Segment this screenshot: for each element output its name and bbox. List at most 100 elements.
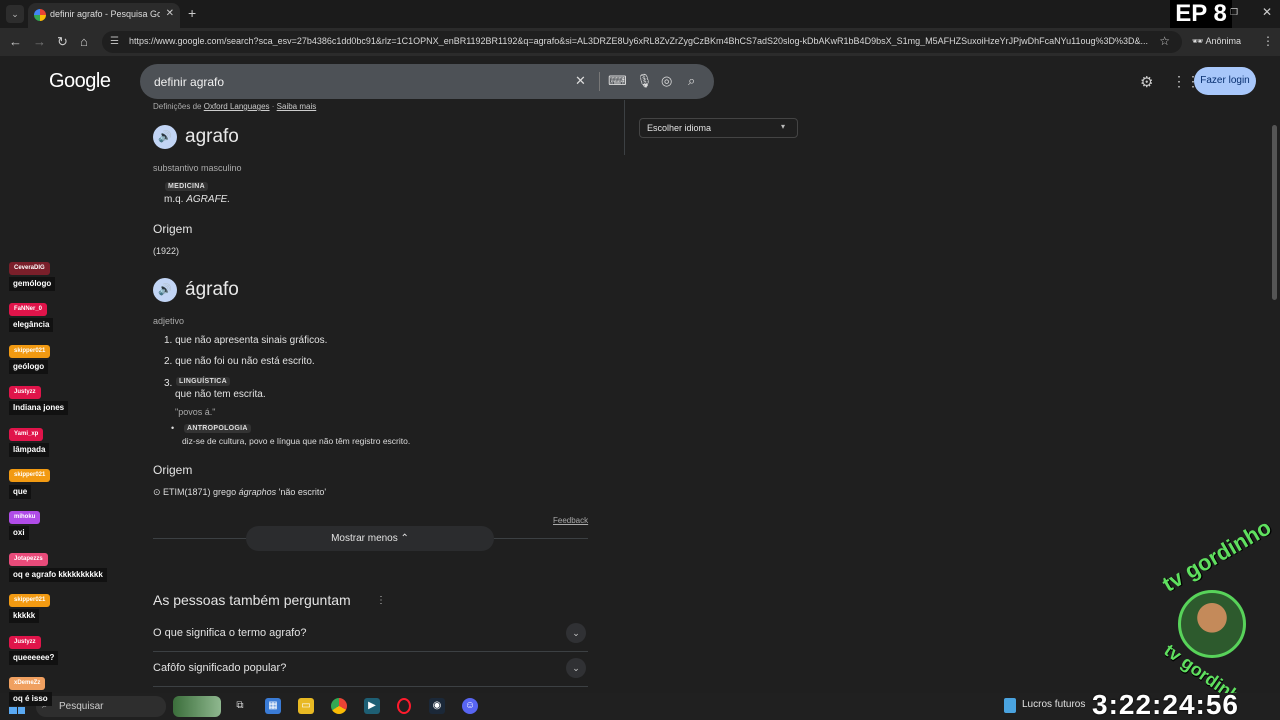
watermark-text-top: tv gordinho — [1158, 514, 1276, 597]
headword: agrafo — [185, 126, 239, 147]
definition-3: que não tem escrita. — [175, 389, 266, 400]
microphone-icon[interactable]: 🎙 — [636, 73, 653, 89]
origin-suffix: 'não escrito' — [278, 487, 327, 497]
language-select-label: Escolher idioma — [647, 123, 712, 133]
search-divider — [599, 72, 600, 91]
chat-message: Indiana jones — [9, 401, 69, 415]
origin-text: (1922) — [153, 246, 180, 256]
definition: m.q. AGRAFE. — [164, 194, 230, 205]
show-less-label: Mostrar menos — [331, 533, 398, 544]
forward-icon[interactable]: → — [33, 34, 46, 50]
caret-down-icon: ▾ — [780, 122, 785, 131]
chat-username: Jotapezzs — [9, 553, 48, 566]
stream-timer: 3:22:24:56 — [1092, 689, 1239, 720]
chat-username: Justyzz — [9, 386, 41, 399]
definition-prefix: m.q. — [164, 194, 184, 205]
part-of-speech: adjetivo — [153, 316, 185, 326]
source-link[interactable]: Oxford Languages — [204, 102, 270, 111]
chat-message: geólogo — [9, 360, 49, 374]
chat-username: mihoku — [9, 511, 41, 524]
incognito-label[interactable]: 🕶 Anônima — [1192, 36, 1241, 47]
home-icon[interactable]: ⌂ — [80, 34, 88, 50]
bookmark-star-icon[interactable]: ☆ — [1159, 34, 1170, 48]
chat-message: queeeeee? — [9, 651, 59, 665]
chat-message: gemólogo — [9, 277, 56, 291]
back-icon[interactable]: ← — [9, 34, 22, 50]
login-button[interactable]: Fazer login — [1194, 67, 1256, 95]
address-bar: ← → ↻ ⌂ ☰ https://www.google.com/search?… — [0, 28, 1280, 56]
clear-icon[interactable]: ✕ — [575, 73, 586, 89]
incognito-text: Anônima — [1205, 36, 1241, 46]
lens-icon[interactable]: ◎ — [661, 73, 672, 89]
task-view-icon[interactable]: ⧉ — [232, 698, 248, 714]
definition-1: 1. que não apresenta sinais gráficos. — [164, 335, 328, 346]
chevron-down-icon[interactable]: ⌄ — [566, 658, 586, 678]
chat-message: oxi — [9, 526, 29, 540]
browser-menu-icon[interactable]: ⋮ — [1262, 34, 1274, 48]
search-icon[interactable]: ⌕ — [688, 73, 695, 89]
tab-bar: ⌄ definir agrafo - Pesquisa Googl... ✕ +… — [0, 0, 1280, 28]
tab-search-button[interactable]: ⌄ — [6, 5, 24, 23]
question-item[interactable]: O que significa o termo agrafo? — [153, 627, 306, 639]
channel-avatar — [1178, 590, 1246, 658]
steam-icon[interactable]: ◉ — [429, 698, 445, 714]
source-more-link[interactable]: Saiba mais — [277, 102, 317, 111]
language-select[interactable]: Escolher idioma ▾ — [639, 118, 798, 138]
window-restore-icon[interactable]: ❐ — [1230, 7, 1238, 18]
chat-username: CeveraDIG — [9, 262, 50, 275]
search-box[interactable]: definir agrafo ✕ ⌨ 🎙 ◎ ⌕ — [140, 64, 714, 99]
url-text: https://www.google.com/search?sca_esv=27… — [129, 36, 1149, 46]
chat-message: que — [9, 485, 32, 499]
url-field[interactable]: ☰ https://www.google.com/search?sca_esv=… — [102, 31, 1182, 53]
question-item[interactable]: Cafôfo significado popular? — [153, 662, 286, 674]
taskbar: ⌕ Pesquisar ⧉ ▦ ▭ ▶ ◉ ☺ Lucros futuros — [0, 693, 1280, 720]
tab-close-icon[interactable]: ✕ — [166, 8, 174, 19]
chrome-icon[interactable] — [331, 698, 347, 714]
taskbar-search[interactable]: ⌕ Pesquisar — [36, 696, 166, 717]
domain-tag: LINGUÍSTICA — [176, 377, 231, 386]
widgets-button[interactable] — [173, 696, 221, 717]
reload-icon[interactable]: ↻ — [57, 34, 68, 50]
pronounce-speaker-icon[interactable]: 🔊 — [153, 278, 177, 302]
dictionary-source: Definições de Oxford Languages · Saiba m… — [153, 102, 317, 111]
window-close-icon[interactable]: ✕ — [1262, 5, 1272, 19]
store-icon[interactable]: ▦ — [265, 698, 281, 714]
keyboard-icon[interactable]: ⌨ — [608, 73, 627, 89]
chevron-down-icon[interactable]: ⌄ — [566, 623, 586, 643]
chat-username: skipper021 — [9, 594, 51, 607]
opera-icon[interactable] — [397, 698, 411, 714]
example: "povos á." — [175, 407, 216, 417]
pronounce-speaker-icon[interactable]: 🔊 — [153, 125, 177, 149]
chat-message: kkkkk — [9, 609, 40, 623]
discord-icon[interactable]: ☺ — [462, 698, 478, 714]
site-info-icon[interactable]: ☰ — [110, 36, 119, 47]
chat-username: skipper021 — [9, 469, 51, 482]
taskbar-news[interactable]: Lucros futuros — [1022, 699, 1085, 710]
chat-message: elegância — [9, 318, 54, 332]
chevron-up-icon: ⌃ — [400, 533, 409, 544]
new-tab-button[interactable]: + — [188, 5, 196, 21]
google-favicon-icon — [34, 9, 46, 21]
origin-title: Origem — [153, 463, 193, 477]
page-scrollbar[interactable] — [1272, 125, 1277, 300]
settings-gear-icon[interactable]: ⚙ — [1140, 73, 1153, 91]
taskbar-search-label: Pesquisar — [59, 701, 104, 712]
chat-message: oq é isso — [9, 692, 52, 706]
show-less-button[interactable]: Mostrar menos ⌃ — [246, 526, 494, 551]
tab-active[interactable]: definir agrafo - Pesquisa Googl... ✕ — [28, 3, 180, 28]
origin-prefix: ⊙ ETIM(1871) grego — [153, 487, 237, 497]
chat-message: oq e agrafo kkkkkkkkkk — [9, 568, 107, 582]
origin-title: Origem — [153, 222, 193, 236]
file-explorer-icon[interactable]: ▭ — [298, 698, 314, 714]
chat-username: Justyzz — [9, 636, 41, 649]
feedback-link[interactable]: Feedback — [553, 516, 588, 525]
definition-ref: AGRAFE. — [186, 194, 231, 205]
more-options-icon[interactable]: ⋮ — [376, 595, 386, 606]
chat-username: FaNNer_0 — [9, 303, 48, 316]
people-also-ask-title: As pessoas também perguntam — [153, 592, 351, 608]
bullet: • — [171, 423, 175, 433]
search-input[interactable]: definir agrafo — [154, 75, 224, 89]
app-icon[interactable]: ▶ — [364, 698, 380, 714]
episode-overlay: EP 8 — [1170, 0, 1232, 28]
google-logo[interactable]: Google — [49, 70, 111, 93]
